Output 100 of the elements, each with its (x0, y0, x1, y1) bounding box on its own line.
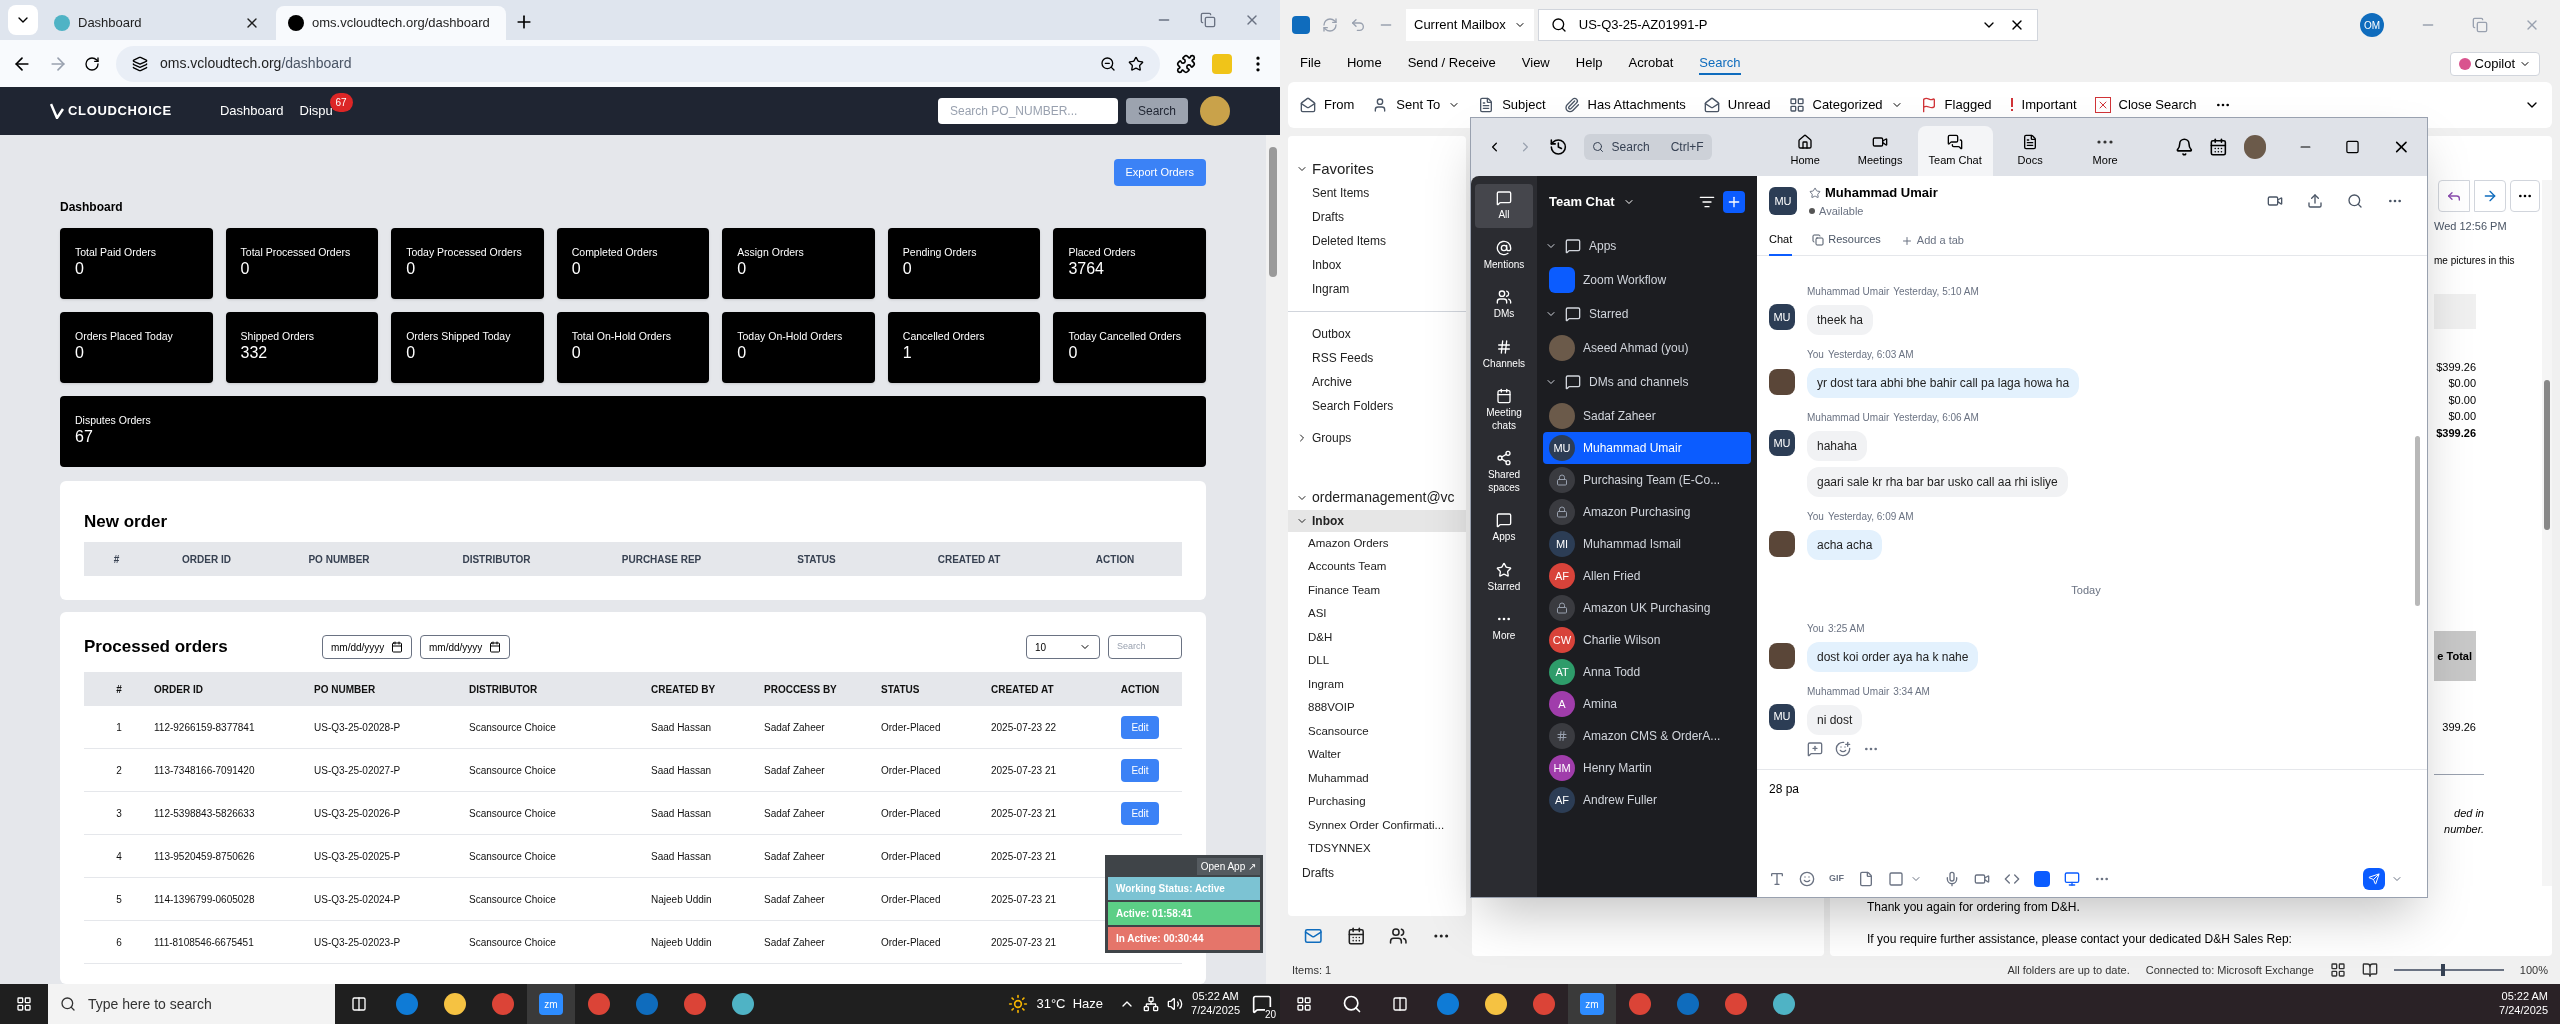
rail-item[interactable]: Mentions (1475, 233, 1533, 277)
star-icon[interactable] (1809, 186, 1821, 199)
edit-button[interactable]: Edit (1121, 715, 1159, 739)
chat-list-item[interactable]: CW Charlie Wilson (1543, 624, 1751, 656)
app-icon[interactable] (1773, 993, 1795, 1015)
panel-title[interactable]: Team Chat (1549, 192, 1615, 212)
chat-list-item[interactable]: Amazon Purchasing (1543, 496, 1751, 528)
page-size-select[interactable]: 10 (1026, 635, 1100, 659)
volume-icon[interactable] (1167, 996, 1184, 1012)
chat-list-item[interactable]: AF Allen Fried (1543, 560, 1751, 592)
folder-item[interactable]: DLL (1288, 649, 1466, 673)
network-icon[interactable] (1143, 996, 1160, 1012)
rail-item[interactable]: All (1475, 184, 1533, 228)
folder-item[interactable]: Inbox (1288, 252, 1466, 277)
reading-view-icon[interactable] (2361, 962, 2378, 978)
date-field[interactable]: mm/dd/yyyy (322, 635, 412, 659)
ribbon-button[interactable]: Flagged (1920, 95, 1992, 115)
forward-button[interactable] (2474, 180, 2506, 212)
windows-start-icon[interactable] (16, 996, 32, 1012)
add-reaction-icon[interactable] (1835, 740, 1851, 757)
date-field[interactable]: mm/dd/yyyy (420, 635, 510, 659)
folder-item[interactable]: Ingram (1288, 672, 1466, 696)
folder-item[interactable]: ASI (1288, 602, 1466, 626)
share-icon[interactable] (2307, 193, 2323, 209)
microphone-icon[interactable] (1944, 871, 1960, 887)
maximize-icon[interactable] (2345, 139, 2361, 155)
file-icon[interactable] (1858, 871, 1874, 887)
folder-item[interactable]: D&H (1288, 625, 1466, 649)
reload-icon[interactable] (84, 55, 100, 72)
format-icon[interactable] (1769, 871, 1785, 887)
export-orders-button[interactable]: Export Orders (1113, 159, 1206, 186)
edit-button[interactable]: Edit (1121, 801, 1159, 825)
weather-icon[interactable] (1008, 994, 1029, 1014)
nav-tab[interactable]: More (2067, 126, 2143, 176)
folder-header[interactable]: Groups (1312, 428, 1352, 447)
folder-item[interactable]: Scansource (1288, 719, 1466, 743)
ribbon-button[interactable]: Close Search (2094, 95, 2197, 115)
video-icon[interactable] (1974, 871, 1990, 887)
calendar-icon[interactable] (391, 641, 403, 653)
history-icon[interactable] (1548, 137, 1568, 157)
site-settings-icon[interactable] (132, 55, 148, 72)
app-icon[interactable] (732, 993, 754, 1015)
bookmark-icon[interactable] (1128, 55, 1144, 72)
search-icon[interactable] (1342, 994, 1362, 1014)
send-icon[interactable] (2368, 873, 2380, 885)
normal-view-icon[interactable] (2329, 962, 2346, 978)
menu-tab[interactable]: Acrobat (1628, 53, 1674, 75)
chat-list-item[interactable]: Zoom Workflow (1543, 264, 1751, 296)
emoji-icon[interactable] (1799, 871, 1815, 887)
calendar-icon[interactable] (2209, 137, 2228, 157)
section-header[interactable]: DMs and channels (1537, 364, 1757, 400)
section-header[interactable]: Starred (1537, 296, 1757, 332)
nav-tab[interactable]: Team Chat (1917, 126, 1993, 176)
zoom-slider[interactable] (2393, 964, 2504, 976)
rail-item[interactable]: Starred (1475, 555, 1533, 599)
zoom-icon[interactable] (1100, 55, 1116, 72)
chat-tab[interactable]: Resources (1812, 225, 1881, 256)
folder-item[interactable]: 888VOIP (1288, 696, 1466, 720)
address-bar[interactable]: oms.vcloudtech.org/dashboard (116, 45, 1160, 82)
menu-tab[interactable]: View (1521, 53, 1550, 75)
ribbon-button[interactable]: Sent To (1372, 95, 1461, 115)
chat-list-item[interactable]: Purchasing Team (E-Co... (1543, 464, 1751, 496)
folder-item[interactable]: Deleted Items (1288, 228, 1466, 253)
slider-thumb[interactable] (2441, 964, 2446, 976)
gif-button[interactable]: GIF (1829, 872, 1844, 886)
search-icon[interactable] (60, 996, 76, 1012)
folder-item[interactable]: Outbox (1288, 321, 1466, 346)
chat-list-item[interactable]: Aseed Ahmad (you) (1543, 332, 1751, 364)
avatar[interactable] (2244, 135, 2267, 159)
rail-item[interactable]: Meeting chats (1475, 382, 1533, 438)
ribbon-button[interactable]: Subject (1478, 95, 1546, 115)
browser-tab[interactable]: oms.vcloudtech.org/dashboard (276, 6, 506, 40)
scrollbar-thumb[interactable] (1269, 147, 1277, 277)
folder-item[interactable]: Finance Team (1288, 578, 1466, 602)
nav-tab[interactable]: Home (1767, 126, 1843, 176)
arrow-right-icon[interactable] (2482, 188, 2498, 204)
notifications-icon[interactable] (2174, 137, 2194, 157)
search-icon[interactable] (2347, 193, 2363, 209)
rail-item[interactable]: Apps (1475, 506, 1533, 550)
search-field[interactable]: US-Q3-25-AZ01991-P (1537, 9, 2038, 41)
folder-item[interactable]: Walter (1288, 743, 1466, 767)
menu-tab[interactable]: Search (1699, 53, 1741, 75)
ribbon-button[interactable]: Has Attachments (1563, 95, 1686, 115)
chat-list-item[interactable]: AF Andrew Fuller (1543, 784, 1751, 816)
code-icon[interactable] (2004, 871, 2020, 887)
folder-item[interactable]: Accounts Team (1288, 555, 1466, 579)
ribbon-button[interactable]: Categorized (1788, 95, 1903, 115)
add-tab-link[interactable]: Add a tab (1900, 232, 1964, 249)
search-scope-dropdown[interactable]: Current Mailbox (1406, 9, 1534, 41)
edit-button[interactable]: Edit (1121, 758, 1159, 782)
folder-header[interactable]: Favorites (1312, 158, 1374, 181)
message-composer[interactable]: 28 pa GIF (1757, 769, 2427, 897)
search-icon[interactable] (1550, 17, 1567, 33)
windows-start-icon[interactable] (1296, 996, 1312, 1012)
monitor-icon[interactable] (2064, 871, 2080, 887)
ribbon-button[interactable]: Unread (1703, 95, 1771, 115)
calendar-icon[interactable] (489, 641, 501, 653)
task-view-icon[interactable] (1392, 996, 1408, 1012)
reply-all-button[interactable] (2438, 180, 2470, 212)
folder-item[interactable]: Archive (1288, 369, 1466, 394)
